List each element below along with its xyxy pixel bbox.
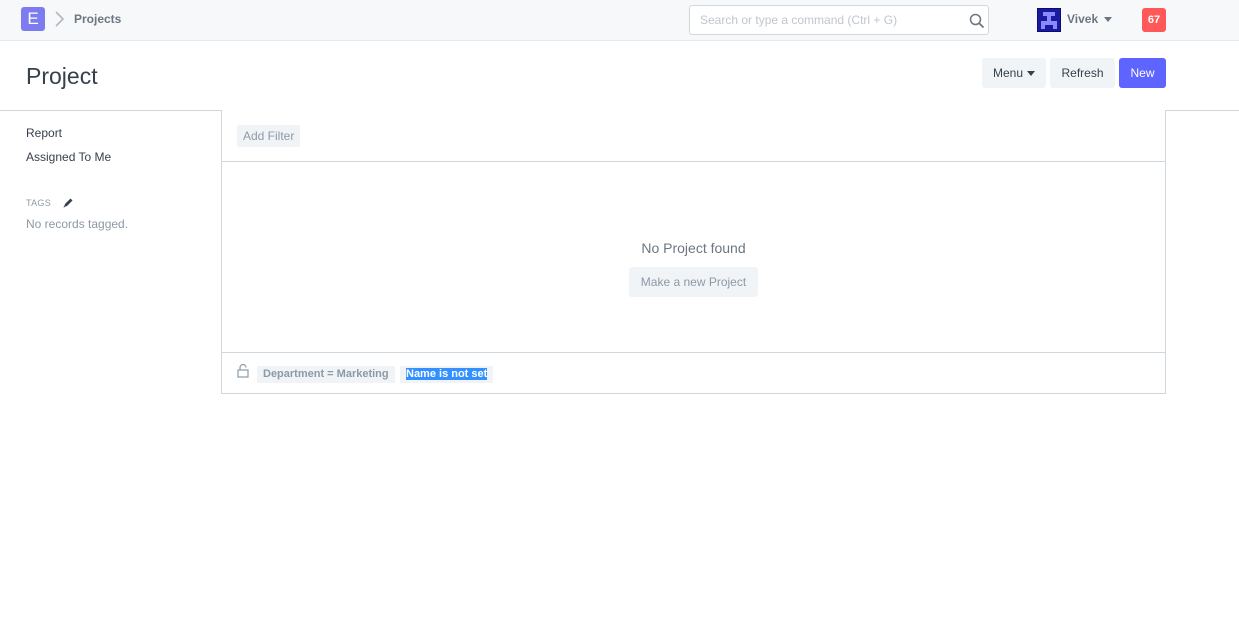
sidebar-item-assigned-to-me[interactable]: Assigned To Me (26, 150, 111, 164)
empty-state-message: No Project found (641, 240, 746, 256)
navbar: E Projects Vivek 67 (0, 0, 1239, 41)
new-button[interactable]: New (1119, 58, 1166, 88)
add-filter-button[interactable]: Add Filter (237, 125, 301, 147)
condition-chip-name[interactable]: Name is not set (400, 366, 494, 383)
condition-chip-department[interactable]: Department = Marketing (257, 366, 395, 383)
pencil-icon[interactable] (62, 196, 74, 208)
search-input[interactable] (690, 6, 960, 34)
page-head: Project Menu Refresh New (0, 41, 1239, 111)
refresh-button[interactable]: Refresh (1050, 58, 1115, 88)
empty-state: No Project found Make a new Project (222, 162, 1165, 353)
search-icon[interactable] (969, 13, 985, 29)
make-new-project-button[interactable]: Make a new Project (629, 267, 758, 297)
avatar[interactable] (1037, 8, 1061, 32)
lock-icon (236, 363, 250, 379)
caret-down-icon (1027, 71, 1036, 77)
sidebar-item-report[interactable]: Report (26, 126, 62, 140)
app-logo[interactable]: E (21, 7, 45, 31)
condition-chip-name-label: Name is not set (406, 368, 488, 380)
page-title: Project (26, 63, 98, 89)
caret-down-icon[interactable] (1104, 17, 1112, 22)
no-tags-message: No records tagged. (26, 217, 129, 231)
filter-area: Add Filter (222, 110, 1165, 162)
chevron-right-icon (53, 10, 67, 28)
list-panel: Add Filter No Project found Make a new P… (221, 110, 1166, 394)
tags-label: TAGS (26, 198, 52, 208)
user-menu-name[interactable]: Vivek (1067, 12, 1098, 26)
notification-badge[interactable]: 67 (1142, 8, 1166, 32)
breadcrumb-projects[interactable]: Projects (74, 12, 121, 26)
restrictions-footer: Department = Marketing Name is not set (222, 353, 1165, 393)
menu-button[interactable]: Menu (982, 58, 1046, 88)
awesome-bar[interactable] (689, 5, 989, 35)
menu-button-label: Menu (992, 66, 1024, 80)
